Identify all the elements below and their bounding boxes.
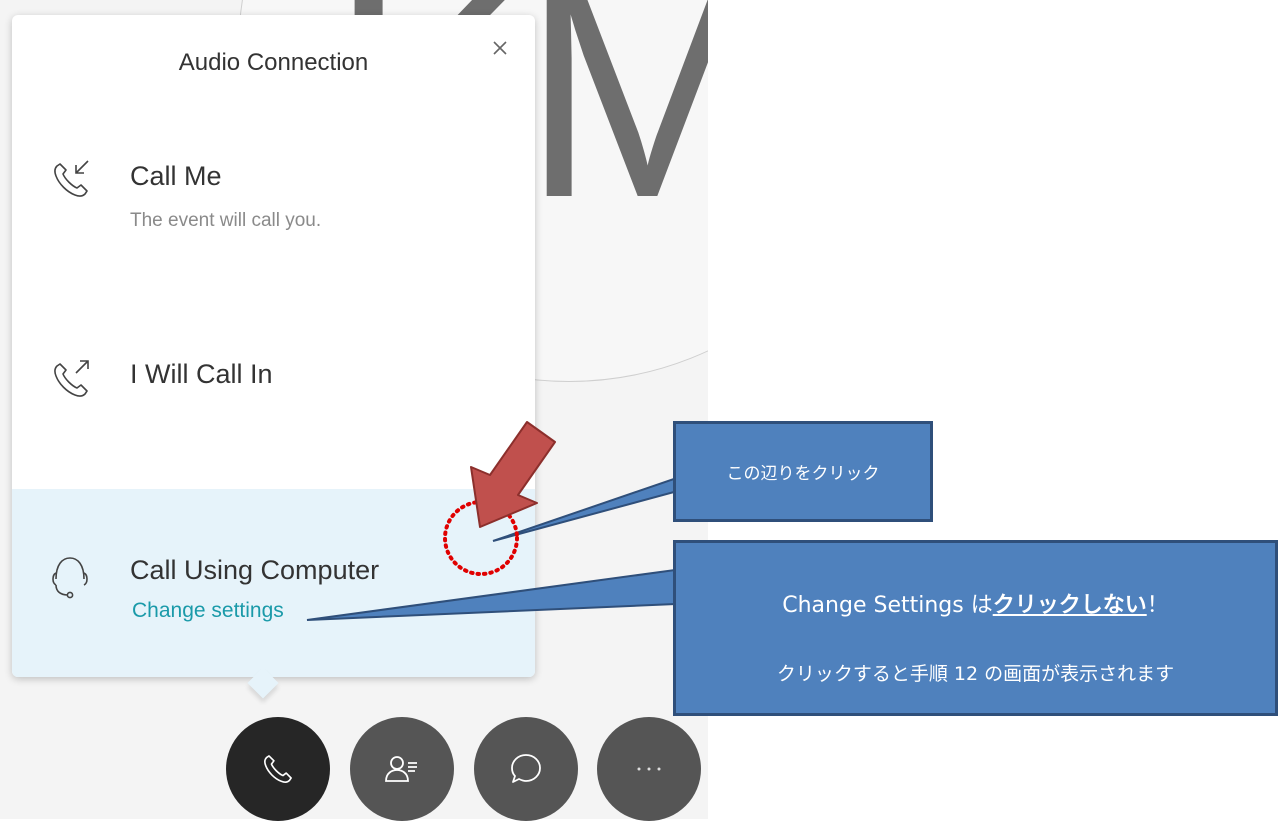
callout-click-here: この辺りをクリック: [673, 421, 933, 522]
callout2-tail: [306, 568, 676, 621]
callout-warning-suffix: ！: [1146, 593, 1169, 618]
callout-warning-line2: クリックすると手順 12 の画面が表示されます: [776, 663, 1175, 685]
callout-warning-prefix: Change Settings は: [782, 593, 993, 618]
callout-warning-emphasis: クリックしない: [992, 593, 1147, 618]
callout-warning-line1: Change Settings はクリックしない！: [676, 587, 1275, 619]
callout-warning: Change Settings はクリックしない！ クリックすると手順 12 の…: [673, 540, 1278, 716]
pointer-arrow: [470, 421, 556, 528]
